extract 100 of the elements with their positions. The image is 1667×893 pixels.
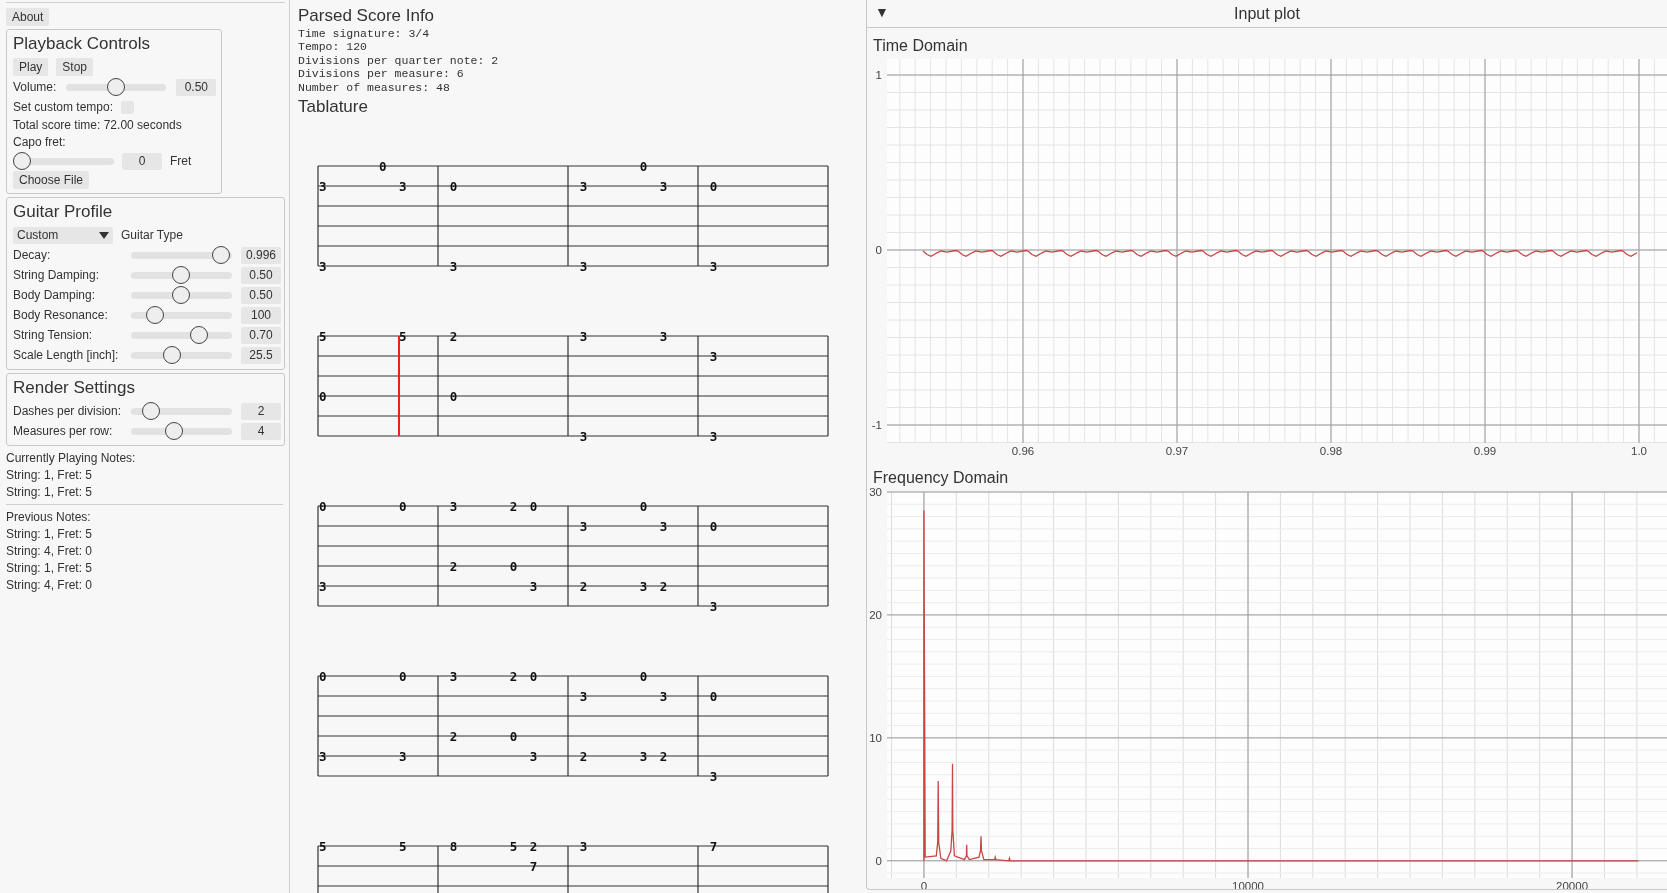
slider-thumb[interactable] xyxy=(171,286,190,304)
tab-note: 8 xyxy=(449,838,458,854)
value-field[interactable]: 0 xyxy=(122,152,162,170)
panel-title: Render Settings xyxy=(13,378,136,398)
note-entry: String: 4, Fret: 0 xyxy=(6,577,94,594)
value-field[interactable]: 25.5 xyxy=(241,346,281,364)
tab-note: 3 xyxy=(659,518,668,534)
section-title: Parsed Score Info xyxy=(298,5,436,27)
slider-thumb[interactable] xyxy=(165,422,183,440)
tab-note: 3 xyxy=(529,748,538,764)
slider-thumb[interactable] xyxy=(141,402,160,420)
note-entry: String: 1, Fret: 5 xyxy=(6,560,94,577)
tab-note: 5 xyxy=(399,328,407,344)
tick-label: 0.99 xyxy=(1473,445,1497,457)
tab-note: 0 xyxy=(379,158,387,174)
tab-note: 2 xyxy=(579,748,588,764)
tab-note: 0 xyxy=(639,158,648,174)
tab-note: 3 xyxy=(709,428,718,444)
value-field[interactable]: 0.50 xyxy=(176,78,217,96)
value-field[interactable]: 4 xyxy=(241,422,281,440)
playback-button[interactable]: Stop xyxy=(56,58,94,76)
tab-note: 3 xyxy=(529,578,538,594)
tab-note: 2 xyxy=(659,748,668,764)
playback-button[interactable]: Play xyxy=(13,58,49,76)
tab-note: 0 xyxy=(709,518,718,534)
value-field[interactable]: 0.50 xyxy=(241,266,281,284)
tab-note: 3 xyxy=(709,258,718,274)
tab-note: 0 xyxy=(709,178,718,194)
tick-label: 0 xyxy=(875,854,882,867)
note-entry: String: 4, Fret: 0 xyxy=(6,543,94,560)
volume-slider[interactable] xyxy=(66,78,167,96)
value-field[interactable]: 100 xyxy=(241,306,281,324)
capo-slider[interactable] xyxy=(13,152,114,170)
tab-note: 0 xyxy=(319,498,327,514)
tab-note: 7 xyxy=(709,838,718,854)
tab-note: 0 xyxy=(449,178,458,194)
slider-thumb[interactable] xyxy=(212,246,231,264)
slider-thumb[interactable] xyxy=(163,346,182,364)
tab-note: 3 xyxy=(399,178,407,194)
value-field[interactable]: 0.50 xyxy=(241,286,281,304)
slider-label: Scale Length [inch]: xyxy=(13,348,120,362)
guitar-type-dropdown[interactable]: Custom xyxy=(13,226,113,244)
slider-label: Body Damping: xyxy=(13,288,97,302)
plot-title: Frequency Domain xyxy=(872,468,1010,488)
tab-note: 2 xyxy=(449,558,458,574)
slider-label: String Damping: xyxy=(13,268,101,282)
tab-note: 0 xyxy=(319,668,327,684)
choose-file-button[interactable]: Choose File xyxy=(13,171,90,189)
tab-note: 3 xyxy=(319,748,327,764)
slider-thumb[interactable] xyxy=(107,78,126,96)
tab-note: 3 xyxy=(709,768,718,784)
value-field[interactable]: 0.70 xyxy=(241,326,281,344)
tab-note: 5 xyxy=(319,328,327,344)
tab-note: 3 xyxy=(449,258,458,274)
slider-label: Volume: xyxy=(13,80,57,94)
tab-note: 0 xyxy=(509,728,518,744)
slider-thumb[interactable] xyxy=(13,152,31,170)
tab-note: 5 xyxy=(399,838,407,854)
tab-note: 0 xyxy=(639,668,648,684)
about-button[interactable]: About xyxy=(6,8,50,26)
tick-label: 1 xyxy=(875,69,882,81)
tab-note: 2 xyxy=(529,838,538,854)
total-time-text: Total score time: 72.00 seconds xyxy=(13,117,183,134)
value-field[interactable]: 2 xyxy=(241,402,281,420)
score-info-line: Time signature: 3/4 xyxy=(298,27,431,41)
score-info-line: Tempo: 120 xyxy=(298,40,368,54)
tab-note: 2 xyxy=(449,728,458,744)
collapse-toggle[interactable]: ▼ xyxy=(875,4,889,20)
tick-label: 0 xyxy=(875,244,882,256)
tab-note: 0 xyxy=(639,498,648,514)
tab-note: 3 xyxy=(449,498,458,514)
slider-thumb[interactable] xyxy=(189,326,208,344)
score-info-line: Divisions per measure: 6 xyxy=(298,67,465,81)
parameter-slider[interactable] xyxy=(131,326,232,344)
tab-note: 0 xyxy=(319,388,327,404)
panel-title: Playback Controls xyxy=(13,34,151,54)
tick-label: 10 xyxy=(869,731,882,744)
parameter-slider[interactable] xyxy=(131,402,232,420)
slider-label: Body Resonance: xyxy=(13,308,109,322)
notes-heading: Previous Notes: xyxy=(6,509,92,526)
slider-thumb[interactable] xyxy=(145,306,164,324)
tab-note: 2 xyxy=(449,328,458,344)
notes-heading: Currently Playing Notes: xyxy=(6,450,137,467)
parameter-slider[interactable] xyxy=(131,266,232,284)
parameter-slider[interactable] xyxy=(131,246,232,264)
slider-label: String Tension: xyxy=(13,328,94,342)
tab-note: 3 xyxy=(709,598,718,614)
parameter-slider[interactable] xyxy=(131,286,232,304)
tick-label: 1.0 xyxy=(1631,445,1647,457)
tab-note: 3 xyxy=(579,428,588,444)
parameter-slider[interactable] xyxy=(131,422,232,440)
tab-note: 0 xyxy=(529,498,538,514)
parameter-slider[interactable] xyxy=(131,346,232,364)
dropdown-label: Guitar Type xyxy=(121,228,183,242)
parameter-slider[interactable] xyxy=(131,306,232,324)
tab-note: 0 xyxy=(449,388,458,404)
tab-note: 3 xyxy=(579,688,588,704)
tab-note: 0 xyxy=(529,668,538,684)
value-field[interactable]: 0.996 xyxy=(241,246,281,264)
slider-thumb[interactable] xyxy=(171,266,190,284)
